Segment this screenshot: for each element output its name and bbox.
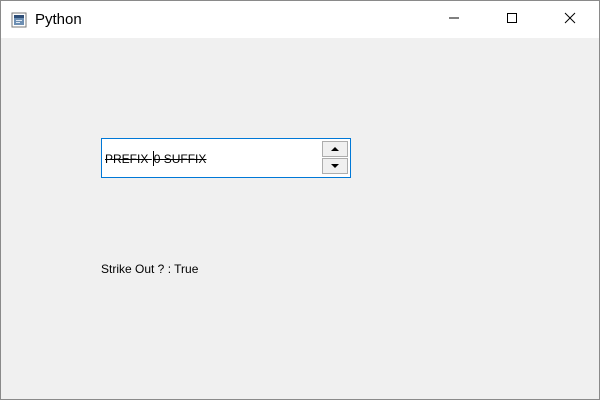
close-button[interactable] (541, 1, 599, 38)
window-title: Python (35, 11, 82, 28)
strike-out-status-label: Strike Out ? : True (101, 262, 199, 276)
spin-box-prefix: PREFIX (105, 152, 152, 166)
python-app-icon[interactable] (11, 12, 27, 28)
spin-up-button[interactable] (322, 141, 348, 157)
spin-down-button[interactable] (322, 158, 348, 174)
main-window: Python PREFIX 0 SUFFIX Strike Out ?: Tr… (0, 0, 600, 400)
maximize-icon (506, 11, 518, 29)
spin-box-text[interactable]: PREFIX 0 SUFFIX (105, 151, 206, 167)
chevron-up-icon (331, 147, 339, 151)
spin-box[interactable]: PREFIX 0 SUFFIX (101, 138, 351, 178)
spin-box-suffix: SUFFIX (160, 152, 207, 166)
title-bar[interactable]: Python (1, 1, 599, 38)
minimize-button[interactable] (425, 1, 483, 38)
minimize-icon (448, 11, 460, 29)
close-icon (564, 11, 576, 29)
maximize-button[interactable] (483, 1, 541, 38)
chevron-down-icon (331, 164, 339, 168)
